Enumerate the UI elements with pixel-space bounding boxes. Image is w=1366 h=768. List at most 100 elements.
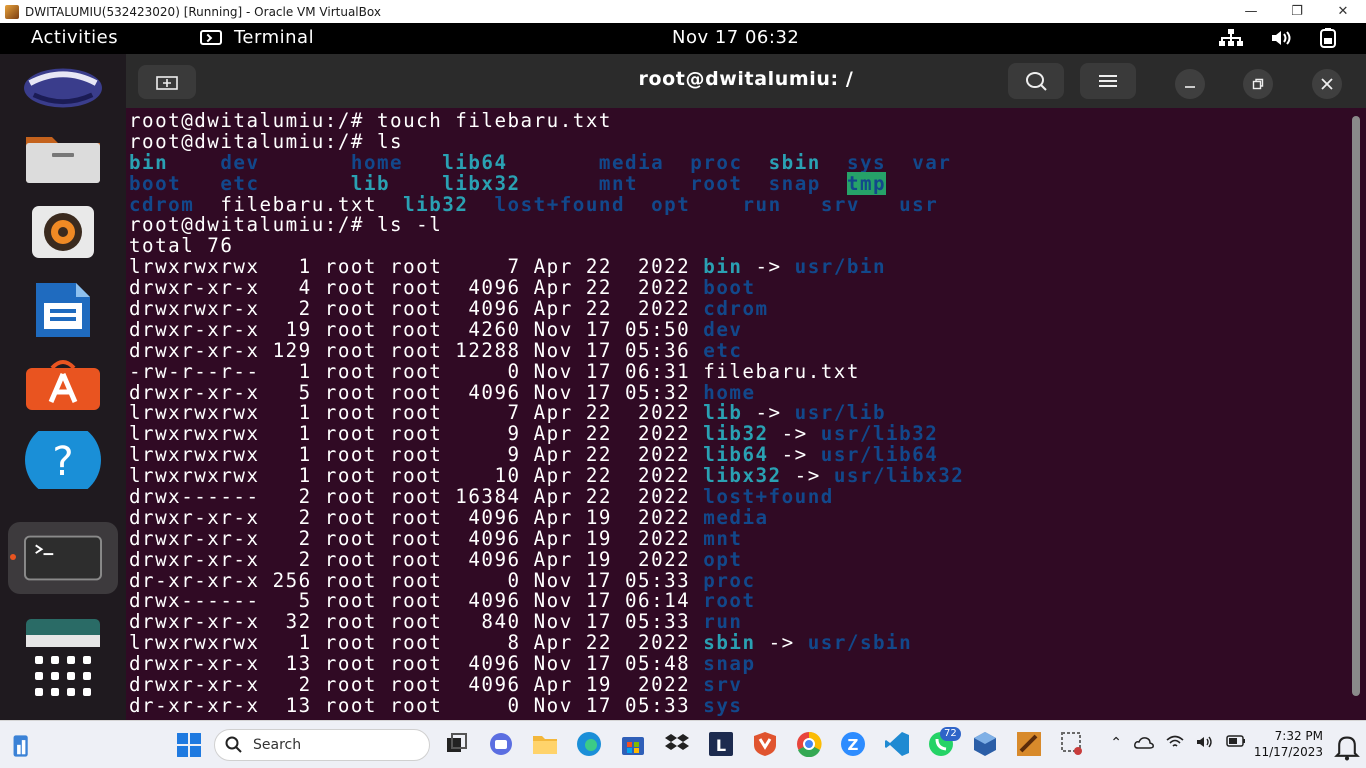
file-explorer-icon[interactable] <box>532 731 558 757</box>
vm-app-icon[interactable] <box>1016 731 1042 757</box>
snipping-tool-icon[interactable] <box>1060 731 1086 757</box>
writer-icon <box>36 283 90 337</box>
terminal-text: bin <box>129 150 169 174</box>
minimize-button[interactable]: — <box>1228 0 1274 23</box>
terminal-scrollbar[interactable] <box>1352 116 1360 696</box>
terminal-text: usr/bin <box>794 255 887 279</box>
time: 7:32 PM <box>1274 729 1323 743</box>
terminal-text: dr-xr-xr-x 13 root root 0 Nov 17 05:33 <box>129 693 704 717</box>
widgets-icon[interactable] <box>10 733 36 759</box>
virtualbox-icon[interactable] <box>972 731 998 757</box>
terminal-line: drwxr-xr-x 19 root root 4260 Nov 17 05:5… <box>129 319 1349 341</box>
terminal-text: tmp <box>846 171 887 195</box>
onedrive-icon[interactable] <box>1134 735 1154 749</box>
start-icon[interactable] <box>176 732 202 758</box>
vscode-icon[interactable] <box>884 731 910 757</box>
terminal-output[interactable]: root@dwitalumiu:/# touch filebaru.txt roo… <box>129 111 1349 720</box>
terminal-text: usr/lib64 <box>820 443 939 467</box>
terminal-text: var <box>912 150 952 174</box>
terminal-line: dr-xr-xr-x 256 root root 0 Nov 17 05:33 … <box>129 568 1349 592</box>
battery-icon[interactable] <box>1226 735 1246 747</box>
clock[interactable]: Nov 17 06:32 <box>672 27 799 48</box>
task-view-icon[interactable] <box>444 731 470 757</box>
terminal-text: dr-xr-xr-x 256 root root 0 Nov 17 05:33 <box>129 568 704 592</box>
dock-ubuntu[interactable] <box>24 58 102 118</box>
terminal-close-button[interactable] <box>1312 69 1342 99</box>
terminal-line: lrwxrwxrwx 1 root root 7 Apr 22 2022 lib… <box>129 403 1349 424</box>
dock-app-center[interactable] <box>24 354 102 414</box>
virtualbox-icon <box>5 4 19 19</box>
terminal-text: drwxr-xr-x 129 root root 12288 Nov 17 05… <box>129 338 704 362</box>
terminal-text: cdrom <box>129 192 195 216</box>
terminal-line: drwx------ 2 root root 16384 Apr 22 2022… <box>129 485 1349 509</box>
terminal-line: lrwxrwxrwx 1 root root 9 Apr 22 2022 lib… <box>129 443 1349 467</box>
microsoft-store-icon[interactable] <box>620 731 646 757</box>
terminal-line: drwxrwxr-x 2 root root 4096 Apr 22 2022 … <box>129 298 1349 320</box>
dock-show-apps[interactable] <box>24 646 102 706</box>
app-menu-terminal[interactable]: Terminal <box>200 27 314 48</box>
notifications-icon[interactable] <box>1334 735 1360 761</box>
maximize-button[interactable]: ❐ <box>1274 0 1320 23</box>
system-tray[interactable]: ⌃ <box>1110 735 1246 751</box>
lightshot-icon[interactable]: L <box>708 731 734 757</box>
terminal-text: lib64 <box>703 443 769 467</box>
terminal-text: drwxr-xr-x 13 root root 4096 Nov 17 05:4… <box>129 652 704 676</box>
show-apps-icon <box>35 656 91 696</box>
chrome-icon[interactable] <box>796 731 822 757</box>
terminal-text: usr/lib32 <box>820 422 939 446</box>
search-button[interactable] <box>1008 63 1064 99</box>
terminal-line: lrwxrwxrwx 1 root root 8 Apr 22 2022 sbi… <box>129 632 1349 654</box>
terminal-line: drwxr-xr-x 5 root root 4096 Nov 17 05:32… <box>129 382 1349 404</box>
terminal-text: libx32 <box>442 171 521 195</box>
terminal-maximize-button[interactable] <box>1243 69 1273 99</box>
help-icon: ? <box>25 431 101 489</box>
terminal-text: drwx------ 2 root root 16384 Apr 22 2022 <box>129 485 704 509</box>
chat-icon[interactable] <box>488 731 514 757</box>
dock-files[interactable] <box>24 126 102 186</box>
terminal-text: sys <box>846 150 887 174</box>
terminal-text: lrwxrwxrwx 1 root root 7 Apr 22 2022 <box>129 401 704 425</box>
dropbox-icon[interactable] <box>664 731 690 757</box>
dock-rhythmbox[interactable] <box>24 202 102 262</box>
terminal-text: total 76 <box>129 234 234 258</box>
taskbar-search[interactable]: Search <box>214 729 430 761</box>
antivirus-icon[interactable] <box>752 731 778 757</box>
wifi-icon[interactable] <box>1166 735 1184 749</box>
search-icon <box>1026 72 1047 91</box>
menu-button[interactable] <box>1080 63 1136 99</box>
svg-text:Z: Z <box>848 736 859 754</box>
dock-terminal[interactable] <box>24 528 102 588</box>
running-indicator <box>10 554 16 560</box>
chevron-up-icon[interactable]: ⌃ <box>1110 735 1122 751</box>
terminal-line: drwxr-xr-x 2 root root 4096 Apr 19 2022 … <box>129 674 1349 696</box>
dock-libreoffice-writer[interactable] <box>24 280 102 340</box>
date: 11/17/2023 <box>1253 745 1323 759</box>
speaker-icon[interactable] <box>1196 735 1214 749</box>
terminal-text: boot <box>129 171 182 195</box>
dock-help[interactable]: ? <box>24 430 102 490</box>
edge-icon[interactable] <box>576 731 602 757</box>
terminal-text: opt <box>651 192 691 216</box>
terminal-text: lib32 <box>703 422 769 446</box>
gnome-top-bar: Activities Terminal Nov 17 06:32 <box>0 23 1366 54</box>
terminal-minimize-button[interactable] <box>1175 69 1205 99</box>
network-icon <box>1219 29 1243 46</box>
taskbar-clock[interactable]: 7:32 PM 11/17/2023 <box>1254 728 1323 760</box>
activities-button[interactable]: Activities <box>31 27 118 48</box>
terminal-line: cdrom filebaru.txt lib32 lost+found opt … <box>129 192 1349 216</box>
system-tray[interactable] <box>1218 28 1336 48</box>
zoom-icon[interactable]: Z <box>840 731 866 757</box>
close-button[interactable]: ✕ <box>1320 0 1366 23</box>
terminal-line: root@dwitalumiu:/# ls <box>129 131 1349 153</box>
svg-text:?: ? <box>52 439 73 485</box>
terminal-text: lib <box>703 401 743 425</box>
terminal-line: lrwxrwxrwx 1 root root 9 Apr 22 2022 lib… <box>129 422 1349 446</box>
